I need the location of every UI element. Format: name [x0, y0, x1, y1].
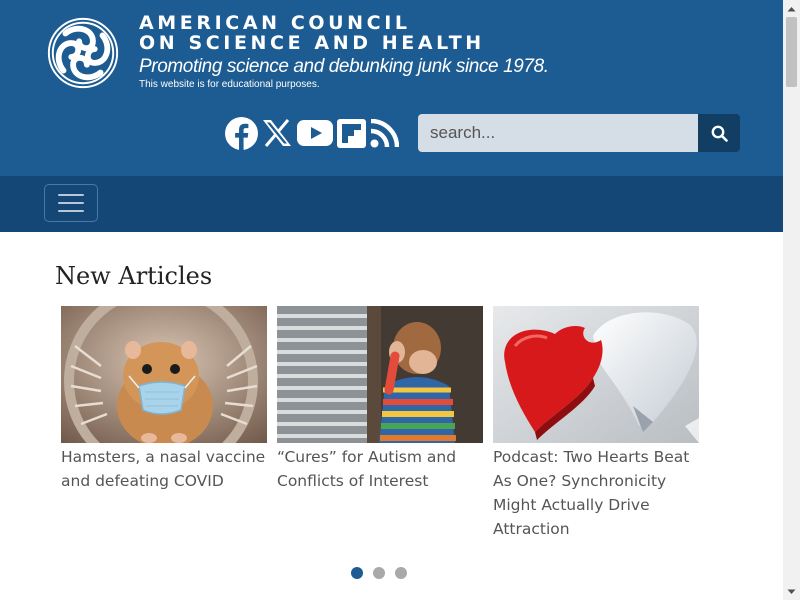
site-name-line-1: AMERICAN COUNCIL	[139, 12, 411, 34]
nav-toggle-button[interactable]	[44, 184, 98, 222]
youtube-link[interactable]	[297, 116, 333, 150]
scrollbar-thumb[interactable]	[786, 17, 797, 87]
facebook-link[interactable]	[224, 116, 258, 150]
facebook-icon	[224, 116, 258, 150]
carousel-dot-3[interactable]	[395, 567, 407, 579]
page-scrollbar[interactable]	[783, 0, 800, 600]
hamburger-menu-icon	[58, 194, 84, 212]
site-name-line-2: ON SCIENCE AND HEALTH	[139, 32, 485, 54]
carousel-dot-1[interactable]	[351, 567, 363, 579]
search-input[interactable]	[418, 114, 698, 152]
main-navbar	[0, 176, 783, 232]
scroll-up-arrow-icon[interactable]	[783, 0, 800, 17]
article-thumbnail-hearts[interactable]	[493, 306, 699, 443]
article-card[interactable]: Podcast: Two Hearts Beat As One? Synchro…	[493, 306, 699, 541]
flipboard-link[interactable]	[336, 116, 366, 150]
x-link[interactable]	[262, 116, 292, 150]
x-icon	[263, 119, 291, 147]
article-card[interactable]: “Cures” for Autism and Conflicts of Inte…	[277, 306, 483, 493]
section-title: New Articles	[55, 262, 213, 290]
flipboard-icon	[336, 118, 366, 148]
carousel-dot-2[interactable]	[373, 567, 385, 579]
search-icon	[711, 125, 728, 142]
article-thumbnail-child-window[interactable]	[277, 306, 483, 443]
rss-icon	[370, 118, 399, 147]
youtube-icon	[297, 120, 333, 146]
site-header: AMERICAN COUNCIL ON SCIENCE AND HEALTH P…	[0, 0, 783, 176]
site-tagline: Promoting science and debunking junk sin…	[139, 56, 549, 77]
article-card[interactable]: Hamsters, a nasal vaccine and defeating …	[61, 306, 267, 493]
article-thumbnail-hamster[interactable]	[61, 306, 267, 443]
site-disclaimer: This website is for educational purposes…	[139, 79, 320, 90]
rss-link[interactable]	[369, 116, 399, 150]
search-form	[418, 114, 740, 152]
search-button[interactable]	[698, 114, 740, 152]
article-title[interactable]: Hamsters, a nasal vaccine and defeating …	[61, 445, 267, 493]
article-title[interactable]: Podcast: Two Hearts Beat As One? Synchro…	[493, 445, 699, 541]
scroll-down-arrow-icon[interactable]	[783, 583, 800, 600]
acsh-logo-icon[interactable]	[44, 14, 122, 92]
article-title[interactable]: “Cures” for Autism and Conflicts of Inte…	[277, 445, 483, 493]
carousel-indicators	[351, 567, 407, 579]
site-name[interactable]: AMERICAN COUNCIL ON SCIENCE AND HEALTH	[139, 13, 485, 53]
